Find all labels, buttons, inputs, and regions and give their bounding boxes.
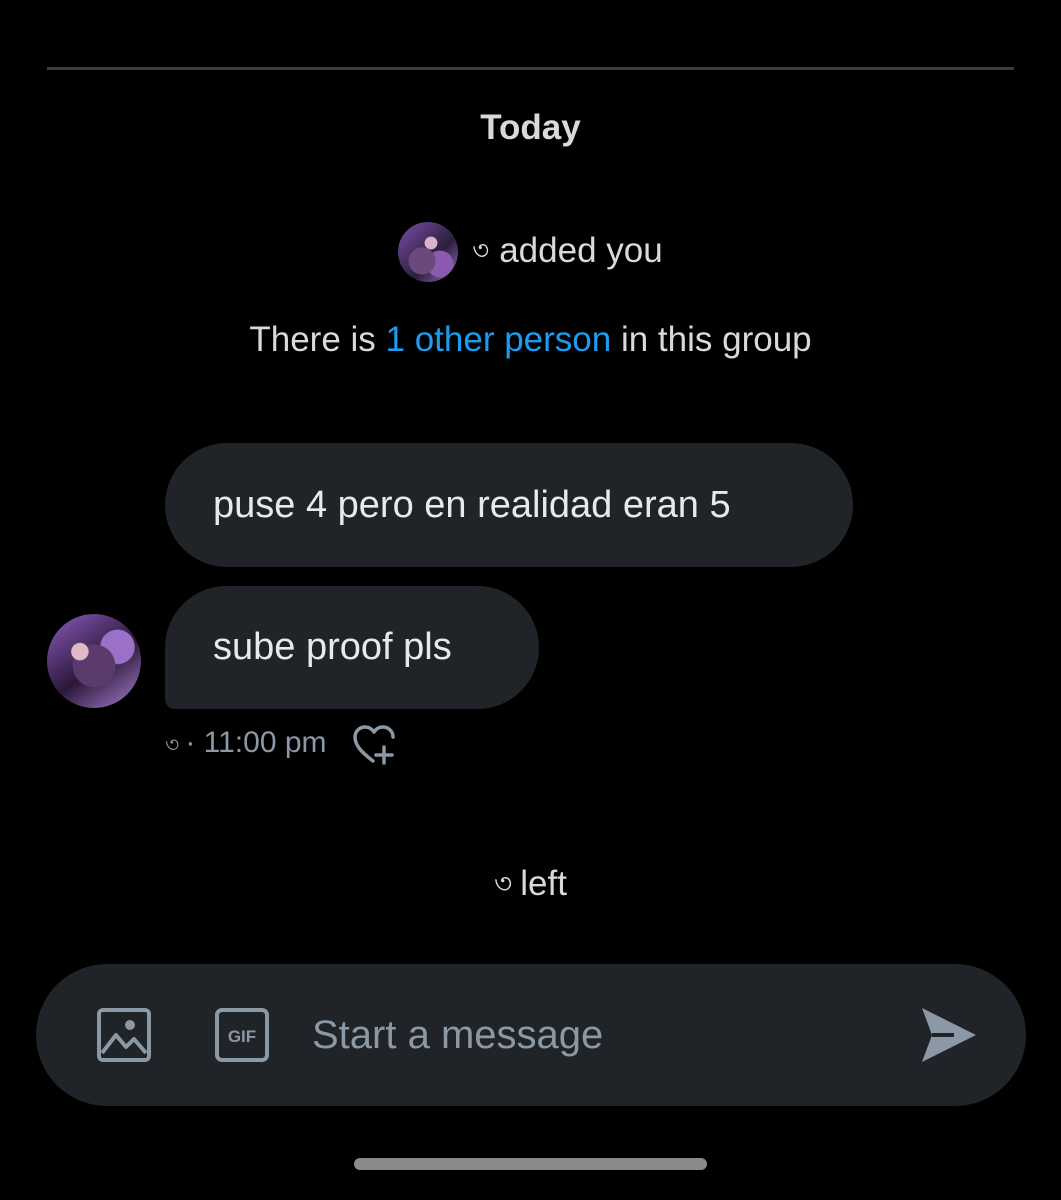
user-name[interactable]: ৩	[494, 868, 512, 899]
message-text: puse 4 pero en realidad eran 5	[213, 483, 731, 526]
heart-plus-icon[interactable]	[351, 723, 397, 767]
left-event-label: left	[520, 864, 567, 903]
sender-name[interactable]: ৩	[165, 732, 179, 757]
message-composer: GIF	[36, 964, 1026, 1106]
user-name[interactable]: ৩	[472, 235, 489, 265]
home-indicator[interactable]	[354, 1158, 707, 1170]
image-icon[interactable]	[96, 1007, 152, 1063]
avatar[interactable]	[398, 222, 459, 282]
added-event-text: ৩ added you	[472, 230, 662, 274]
group-info-suffix: in this group	[611, 320, 812, 359]
group-info-prefix: There is	[249, 320, 386, 359]
message-meta-text: ৩ · 11:00 pm	[165, 726, 327, 765]
left-event: ৩ left	[0, 862, 1061, 909]
date-separator: Today	[480, 108, 581, 147]
message-meta: ৩ · 11:00 pm	[165, 723, 397, 767]
group-info-text: There is 1 other person in this group	[0, 320, 1061, 360]
sender-avatar[interactable]	[47, 614, 141, 708]
message-text: sube proof pls	[213, 626, 452, 668]
meta-separator: ·	[185, 725, 196, 759]
message-time: 11:00 pm	[203, 725, 327, 759]
header-divider	[47, 67, 1014, 70]
gif-button[interactable]: GIF	[214, 1007, 270, 1063]
gif-label: GIF	[228, 1027, 256, 1046]
message-bubble[interactable]: puse 4 pero en realidad eran 5	[165, 443, 853, 567]
dm-conversation-screen: Today ৩ added you There is 1 other person…	[0, 0, 1061, 1200]
group-members-link[interactable]: 1 other person	[386, 320, 612, 359]
added-event-label: added you	[499, 231, 663, 270]
message-bubble[interactable]: sube proof pls	[165, 586, 539, 709]
send-icon[interactable]	[918, 1004, 980, 1066]
added-you-event: ৩ added you	[0, 222, 1061, 282]
message-input[interactable]	[312, 999, 872, 1071]
